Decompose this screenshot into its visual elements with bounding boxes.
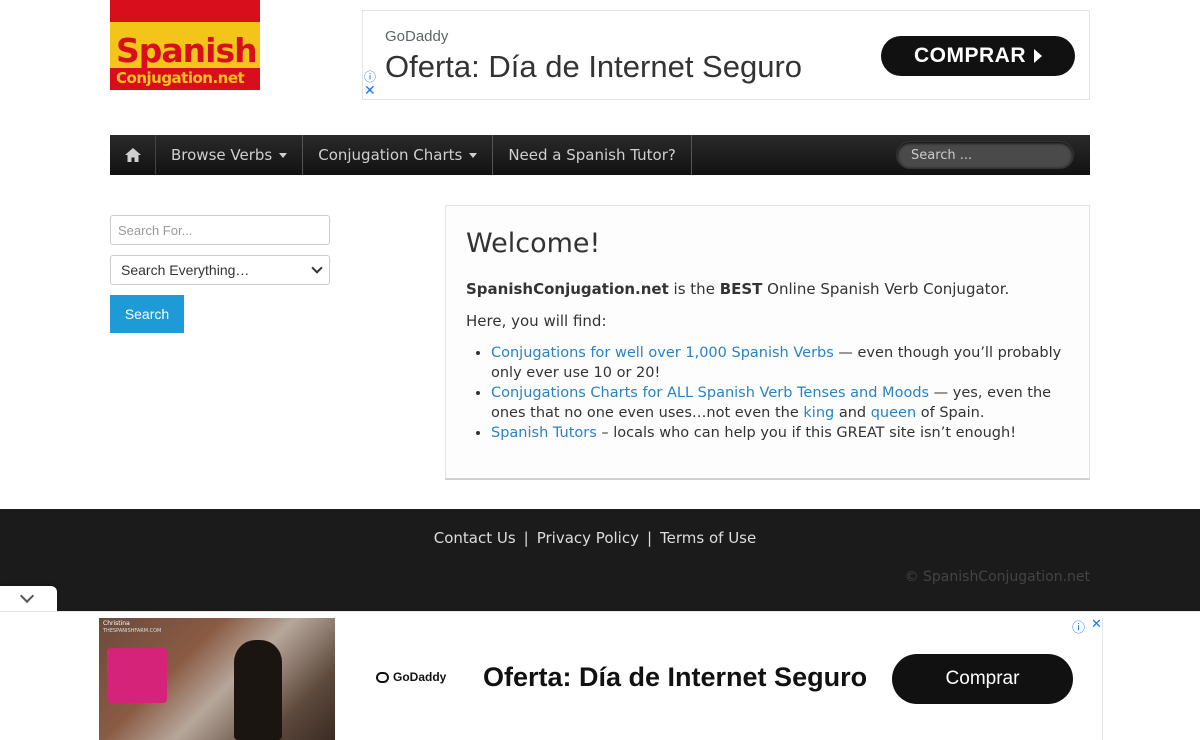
ad-collapse-toggle[interactable]: [0, 586, 57, 612]
ad-close-icon[interactable]: ✕: [364, 83, 376, 99]
ad-brand-logo: GoDaddy: [376, 670, 446, 684]
sidebar-search-scope-select[interactable]: Search Everything…: [110, 255, 330, 285]
list-item-text: – locals who can help you if this GREAT …: [596, 425, 1017, 441]
godaddy-logo-icon: [376, 671, 389, 683]
ad-headline[interactable]: Oferta: Día de Internet Seguro: [483, 662, 867, 693]
play-arrow-icon: [1034, 49, 1042, 63]
footer-separator: |: [646, 529, 653, 547]
caret-down-icon: [469, 152, 478, 158]
ad-buy-label: COMPRAR: [914, 44, 1026, 67]
ad-close-icon[interactable]: ✕: [1091, 617, 1102, 636]
nav-browse-verbs-label: Browse Verbs: [171, 146, 273, 164]
footer-links: Contact Us | Privacy Policy | Terms of Use: [0, 529, 1190, 547]
footer-copyright: © SpanishConjugation.net: [904, 569, 1090, 585]
ad-headline[interactable]: Oferta: Día de Internet Seguro: [385, 49, 802, 85]
tutors-link[interactable]: Spanish Tutors: [491, 425, 597, 441]
nav-conjugation-charts-label: Conjugation Charts: [318, 146, 463, 164]
ad-controls: ⓘ ✕: [1072, 617, 1102, 636]
verbs-link[interactable]: Conjugations for well over 1,000 Spanish…: [491, 345, 834, 361]
main-nav: Browse Verbs Conjugation Charts Need a S…: [110, 135, 1090, 175]
home-icon: [124, 148, 141, 162]
intro-end: Online Spanish Verb Conjugator.: [762, 280, 1010, 298]
nav-conjugation-charts[interactable]: Conjugation Charts: [303, 135, 494, 175]
privacy-policy-link[interactable]: Privacy Policy: [537, 529, 639, 547]
contact-us-link[interactable]: Contact Us: [434, 529, 516, 547]
ad-image[interactable]: Christina THESPANISHFARM.COM: [99, 618, 335, 740]
intro-best: BEST: [719, 280, 763, 298]
nav-spanish-tutor[interactable]: Need a Spanish Tutor?: [493, 135, 692, 175]
ad-banner-bottom[interactable]: Christina THESPANISHFARM.COM GoDaddy Ofe…: [0, 611, 1200, 740]
terms-of-use-link[interactable]: Terms of Use: [660, 529, 756, 547]
welcome-panel: Welcome! SpanishConjugation.net is the B…: [445, 205, 1090, 480]
welcome-intro: SpanishConjugation.net is the BEST Onlin…: [466, 279, 1069, 299]
ad-image-caption: Christina: [103, 620, 130, 627]
sidebar-search-input[interactable]: Search For...: [110, 215, 330, 245]
ad-banner-top[interactable]: GoDaddy Oferta: Día de Internet Seguro C…: [362, 10, 1090, 100]
intro-site-name: SpanishConjugation.net: [466, 280, 669, 298]
chevron-down-icon: [311, 262, 323, 274]
footer-separator: |: [523, 529, 529, 547]
ad-image-caption-url: THESPANISHFARM.COM: [103, 628, 162, 634]
logo-text-conjugation: Conjugation.net: [116, 69, 245, 87]
ad-buy-button[interactable]: Comprar: [892, 654, 1073, 704]
welcome-find: Here, you will find:: [466, 312, 607, 330]
ad-brand: GoDaddy: [385, 28, 449, 45]
queen-link[interactable]: queen: [871, 405, 916, 421]
nav-spanish-tutor-label: Need a Spanish Tutor?: [508, 146, 676, 164]
intro-mid: is the: [668, 280, 720, 298]
list-item-text: of Spain.: [916, 405, 985, 421]
list-item: Spanish Tutors – locals who can help you…: [491, 423, 1069, 443]
features-list: Conjugations for well over 1,000 Spanish…: [466, 343, 1069, 443]
nav-home[interactable]: [110, 135, 156, 175]
welcome-title: Welcome!: [466, 228, 601, 259]
nav-browse-verbs[interactable]: Browse Verbs: [156, 135, 304, 175]
sidebar-search-button[interactable]: Search: [110, 295, 184, 333]
king-link[interactable]: king: [803, 405, 834, 421]
list-item: Conjugations Charts for ALL Spanish Verb…: [491, 383, 1069, 423]
ad-brand: GoDaddy: [393, 670, 447, 684]
logo-text-spanish: Spanish: [116, 31, 258, 70]
ad-buy-button[interactable]: COMPRAR: [881, 36, 1075, 76]
sidebar-select-value: Search Everything…: [121, 262, 250, 278]
site-logo[interactable]: Spanish Conjugation.net: [110, 0, 260, 90]
site-footer: Contact Us | Privacy Policy | Terms of Use ©…: [0, 509, 1200, 611]
chevron-down-icon: [19, 588, 35, 604]
charts-link[interactable]: Conjugations Charts for ALL Spanish Verb…: [491, 385, 929, 401]
nav-search-input[interactable]: Search ...: [896, 141, 1074, 169]
ad-info-icon[interactable]: ⓘ: [1072, 617, 1085, 636]
list-item-text: and: [834, 405, 871, 421]
list-item: Conjugations for well over 1,000 Spanish…: [491, 343, 1069, 383]
caret-down-icon: [279, 152, 288, 158]
